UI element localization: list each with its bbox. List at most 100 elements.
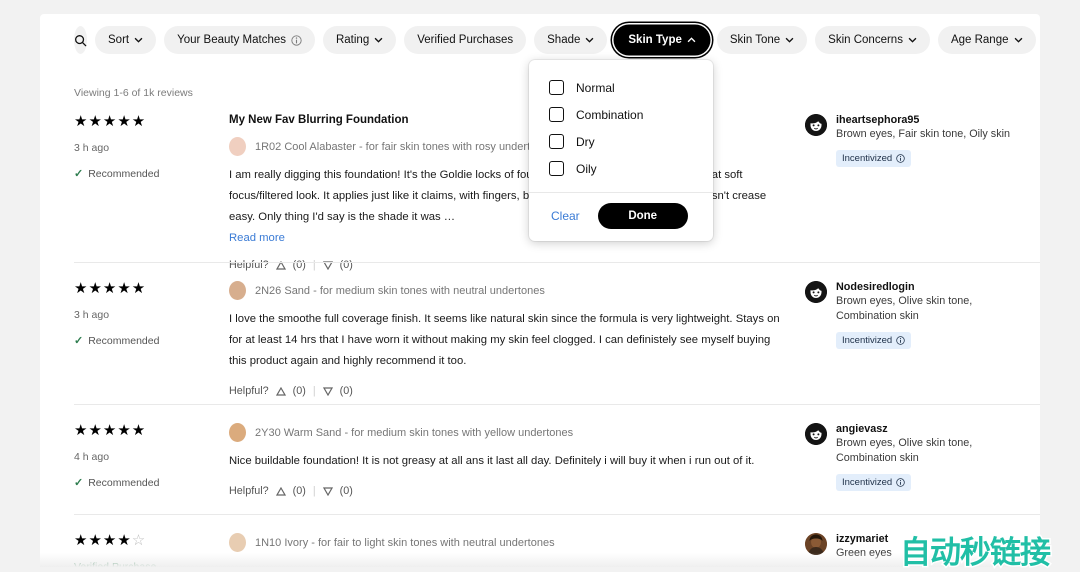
filter-chip-verified-purchases[interactable]: Verified Purchases xyxy=(404,26,527,54)
info-icon[interactable] xyxy=(896,154,905,163)
reviewer-info: Nodesiredlogin Brown eyes, Olive skin to… xyxy=(836,281,1019,324)
thumbs-down-triangle-icon[interactable] xyxy=(322,386,333,396)
reviewer-attributes: Brown eyes, Olive skin tone, Combination… xyxy=(836,295,973,322)
reviewer-info: iheartsephora95 Brown eyes, Fair skin to… xyxy=(836,114,1010,142)
chevron-down-icon xyxy=(374,37,383,43)
shade-label: 1R02 Cool Alabaster - for fair skin tone… xyxy=(255,140,554,153)
checkbox-icon[interactable] xyxy=(549,161,564,176)
helpful-label: Helpful? xyxy=(229,485,269,497)
dropdown-option-dry[interactable]: Dry xyxy=(529,128,713,155)
review-timestamp: 3 h ago xyxy=(74,142,110,154)
chip-label: Age Range xyxy=(950,34,1009,46)
thumbs-up-triangle-icon[interactable] xyxy=(275,386,286,396)
helpful-row: Helpful? (0) | (0) xyxy=(229,485,789,497)
shade-swatch xyxy=(229,423,246,442)
recommended-flag: ✓ Recommended xyxy=(74,476,229,490)
check-icon: ✓ xyxy=(74,477,84,489)
thumbs-down-triangle-icon[interactable] xyxy=(322,486,333,496)
rating-stars: ★★★★★ xyxy=(74,113,147,130)
divider: | xyxy=(312,385,316,397)
reviews-card: Sort Your Beauty Matches Rating Verified… xyxy=(40,14,1040,567)
reviewer-name[interactable]: Nodesiredlogin xyxy=(836,281,1019,293)
incentivized-badge[interactable]: Incentivized xyxy=(836,474,912,491)
reviewer-attributes: Brown eyes, Fair skin tone, Oily skin xyxy=(836,128,1011,140)
shade-swatch xyxy=(229,281,246,300)
checkbox-icon[interactable] xyxy=(549,80,564,95)
badge-label: Incentivized xyxy=(842,153,893,164)
review-timestamp: 3 h ago xyxy=(74,309,110,321)
info-icon xyxy=(291,34,302,46)
review-body: 2Y30 Warm Sand - for medium skin tones w… xyxy=(229,405,789,497)
review-meta: ★★★★★ 3 h ago ✓ Recommended xyxy=(74,96,229,271)
read-more-link[interactable]: Read more xyxy=(229,232,285,244)
review-timestamp: 4 h ago xyxy=(74,451,110,463)
done-button[interactable]: Done xyxy=(597,203,688,229)
helpful-up-count: (0) xyxy=(292,485,306,497)
chip-label: Verified Purchases xyxy=(417,34,514,46)
clear-button[interactable]: Clear xyxy=(551,209,580,223)
chevron-down-icon xyxy=(585,37,594,43)
dropdown-option-combination[interactable]: Combination xyxy=(529,101,713,128)
chevron-down-icon xyxy=(1014,37,1022,43)
chip-label: Skin Concerns xyxy=(828,34,903,46)
reviewer-panel: angievasz Brown eyes, Olive skin tone, C… xyxy=(789,405,1019,497)
filter-chip-age-range[interactable]: Age Range xyxy=(937,26,1036,54)
incentivized-badge[interactable]: Incentivized xyxy=(836,150,912,167)
option-label: Normal xyxy=(576,80,615,95)
recommended-label: Recommended xyxy=(88,167,160,180)
dropdown-options: Normal Combination Dry Oily xyxy=(529,60,713,192)
dropdown-option-normal[interactable]: Normal xyxy=(529,74,713,101)
checkbox-icon[interactable] xyxy=(549,107,564,122)
filter-chip-skin-type[interactable]: Skin Type xyxy=(615,26,709,54)
helpful-down-count: (0) xyxy=(339,385,353,397)
review-item: ★★★★★ 3 h ago ✓ Recommended 2N26 Sand - … xyxy=(74,262,1040,397)
thumbs-up-triangle-icon[interactable] xyxy=(275,486,286,496)
option-label: Combination xyxy=(576,107,644,122)
check-icon: ✓ xyxy=(74,335,84,347)
rating-stars: ★★★★★ xyxy=(74,422,147,439)
filter-chip-sort[interactable]: Sort xyxy=(95,26,157,54)
recommended-flag: ✓ Recommended xyxy=(74,167,229,181)
filter-chip-your-beauty-matches[interactable]: Your Beauty Matches xyxy=(164,26,315,54)
shade-row: 1N10 Ivory - for fair to light skin tone… xyxy=(229,533,789,552)
reviewer-name[interactable]: angievasz xyxy=(836,423,1019,435)
review-meta: ★★★★★ 4 h ago ✓ Recommended xyxy=(74,405,229,497)
avatar xyxy=(805,423,827,445)
avatar xyxy=(805,533,827,555)
reviewer-panel: Nodesiredlogin Brown eyes, Olive skin to… xyxy=(789,263,1019,397)
filter-chip-rating[interactable]: Rating xyxy=(322,26,397,54)
reviewer-name[interactable]: iheartsephora95 xyxy=(836,114,1010,126)
chevron-up-icon xyxy=(687,37,696,43)
stars-filled: ★★★★ xyxy=(74,532,132,549)
filter-chip-shade[interactable]: Shade xyxy=(534,26,608,54)
review-text: Nice buildable foundation! It is not gre… xyxy=(229,455,755,467)
reviewer-attributes: Brown eyes, Olive skin tone, Combination… xyxy=(836,437,973,464)
search-icon xyxy=(75,34,87,46)
checkbox-icon[interactable] xyxy=(549,134,564,149)
reviewer-identity: angievasz Brown eyes, Olive skin tone, C… xyxy=(805,423,1019,466)
reviewer-info: angievasz Brown eyes, Olive skin tone, C… xyxy=(836,423,1019,466)
chevron-down-icon xyxy=(134,37,143,43)
helpful-up-count: (0) xyxy=(292,385,306,397)
shade-label: 2Y30 Warm Sand - for medium skin tones w… xyxy=(255,426,574,439)
watermark: 自动秒链接 xyxy=(899,534,1053,572)
recommended-flag: ✓ Recommended xyxy=(74,334,229,348)
shade-label: 1N10 Ivory - for fair to light skin tone… xyxy=(255,536,555,549)
dropdown-option-oily[interactable]: Oily xyxy=(529,155,713,182)
shade-label: 2N26 Sand - for medium skin tones with n… xyxy=(255,284,545,297)
badge-label: Incentivized xyxy=(842,477,893,488)
dropdown-footer: Clear Done xyxy=(529,192,713,241)
reviewer-name[interactable]: izzymariet xyxy=(836,533,892,545)
incentivized-badge[interactable]: Incentivized xyxy=(836,332,912,349)
review-meta: ★★★★★ 3 h ago ✓ Recommended xyxy=(74,263,229,397)
chip-label: Shade xyxy=(547,34,581,46)
info-icon[interactable] xyxy=(896,478,905,487)
chevron-down-icon xyxy=(908,37,917,43)
review-text: I love the smoothe full coverage finish.… xyxy=(229,313,780,367)
filter-chip-skin-concerns[interactable]: Skin Concerns xyxy=(815,26,930,54)
search-button[interactable] xyxy=(74,26,87,54)
skin-type-dropdown: Normal Combination Dry Oily Clear Done xyxy=(529,60,713,241)
filter-chip-skin-tone[interactable]: Skin Tone xyxy=(716,26,808,54)
info-icon[interactable] xyxy=(896,336,905,345)
helpful-label: Helpful? xyxy=(229,385,269,397)
